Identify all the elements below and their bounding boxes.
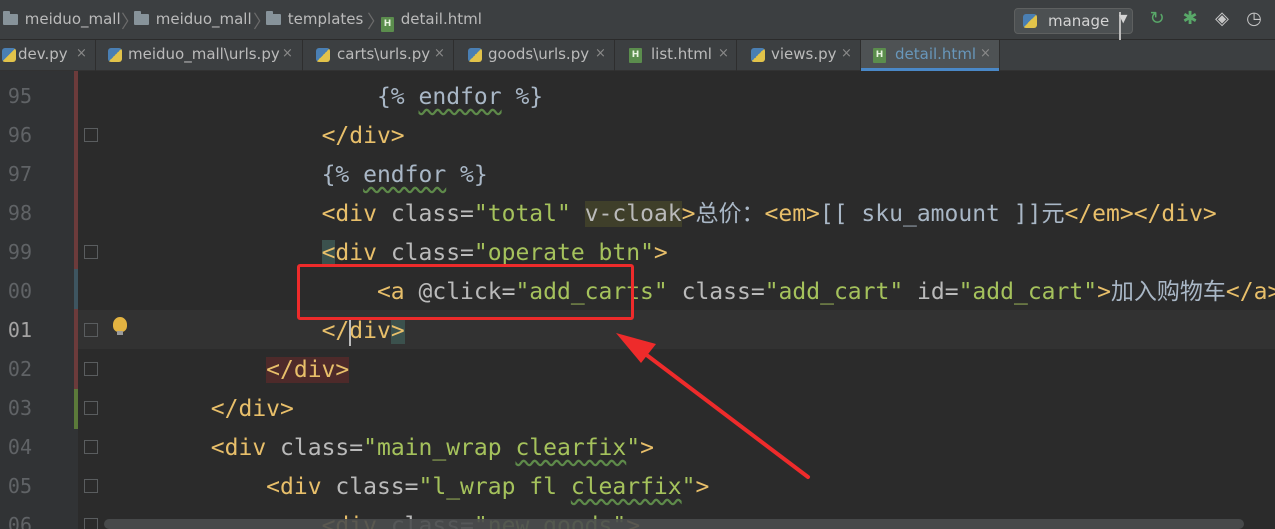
breadcrumb-item-file[interactable]: H detail.html <box>381 10 482 32</box>
close-icon[interactable]: × <box>841 46 852 61</box>
breadcrumb-item-package[interactable]: meiduo_mall <box>134 10 252 28</box>
editor-tab-bar: dev.py × meiduo_mall\urls.py × carts\url… <box>0 40 1275 71</box>
tab-meiduo-mall-urls[interactable]: meiduo_mall\urls.py × <box>96 40 303 71</box>
python-file-icon <box>468 48 482 62</box>
breadcrumb-item-templates[interactable]: templates <box>266 10 363 28</box>
tab-goods-urls[interactable]: goods\urls.py × <box>454 40 615 71</box>
annotation-arrow <box>616 333 810 479</box>
profile-icon[interactable]: ◷ <box>1244 9 1264 29</box>
debug-bug-icon[interactable]: ✱ <box>1180 9 1200 29</box>
folder-icon <box>134 11 149 25</box>
folder-icon <box>266 11 281 25</box>
tab-list-html[interactable]: H list.html × <box>615 40 737 71</box>
tab-carts-urls[interactable]: carts\urls.py × <box>303 40 454 71</box>
close-icon[interactable]: × <box>718 46 729 61</box>
python-file-icon <box>316 48 330 62</box>
python-file-icon <box>2 48 16 62</box>
close-icon[interactable]: × <box>282 46 293 61</box>
folder-icon <box>3 11 18 25</box>
html-file-icon: H <box>873 48 886 63</box>
tab-views-py[interactable]: views.py × <box>737 40 861 71</box>
coverage-shield-icon[interactable]: ◈ <box>1212 9 1232 29</box>
python-file-icon <box>751 48 765 62</box>
html-file-icon: H <box>381 17 394 32</box>
close-icon[interactable]: × <box>76 46 87 61</box>
code-editor[interactable]: 95 96 97 98 99 00 01 02 03 04 05 06 {% e… <box>0 71 1275 529</box>
close-icon[interactable]: × <box>980 46 991 61</box>
close-icon[interactable]: × <box>595 46 606 61</box>
rerun-icon[interactable]: ↻ <box>1147 9 1167 29</box>
horizontal-scrollbar[interactable] <box>104 519 1244 529</box>
run-configuration-dropdown[interactable]: manage ▼ <box>1014 8 1133 40</box>
python-icon <box>1023 14 1037 28</box>
breadcrumb-item-project[interactable]: meiduo_mall <box>3 10 121 28</box>
tab-detail-html[interactable]: H detail.html × <box>861 40 1000 71</box>
python-file-icon <box>108 48 122 62</box>
tab-dev-py[interactable]: dev.py × <box>0 40 96 71</box>
html-file-icon: H <box>629 48 642 63</box>
navigation-bar: meiduo_mall 〉 meiduo_mall 〉 templates 〉 … <box>0 0 1275 40</box>
close-icon[interactable]: × <box>434 46 445 61</box>
chevron-down-icon: ▼ <box>1119 12 1127 40</box>
